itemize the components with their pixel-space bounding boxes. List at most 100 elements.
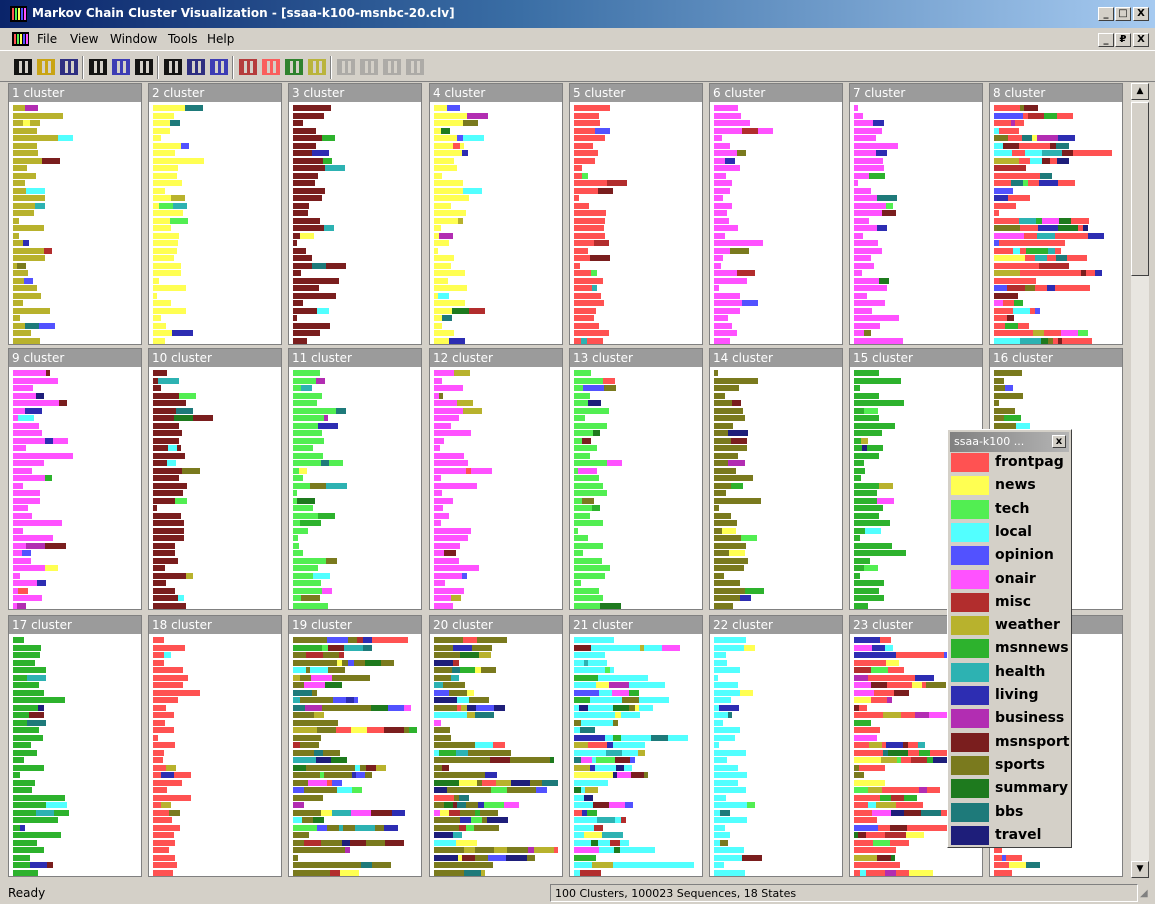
minimize-button[interactable]: _	[1098, 7, 1114, 21]
sequence-bar	[725, 157, 735, 164]
star-burst-icon[interactable]	[381, 57, 403, 78]
legend-item[interactable]: misc	[951, 591, 1069, 614]
legend-item[interactable]: local	[951, 521, 1069, 544]
cluster-panel[interactable]: 11 cluster	[288, 348, 422, 610]
vertical-scrollbar[interactable]: ▲ ▼	[1131, 83, 1149, 878]
sequence-bar	[434, 550, 444, 556]
cluster-panel[interactable]: 4 cluster	[429, 83, 563, 345]
resize-grip-icon[interactable]: ◢	[1140, 888, 1152, 902]
sequence-bar	[593, 430, 600, 436]
cluster-panel[interactable]: 17 cluster	[8, 615, 142, 877]
sequence-bar	[994, 165, 1026, 171]
document-icon[interactable]	[12, 32, 29, 46]
legend-item[interactable]: living	[951, 684, 1069, 707]
grid-view-icon[interactable]	[185, 57, 207, 78]
cluster-panel[interactable]: 20 cluster	[429, 615, 563, 877]
sequence-bar	[714, 195, 723, 201]
new-file-icon[interactable]	[12, 57, 34, 78]
tree-icon[interactable]	[283, 57, 305, 78]
menu-window[interactable]: Window	[110, 32, 157, 46]
menu-help[interactable]: Help	[207, 32, 234, 46]
sequence-bar	[293, 824, 317, 831]
sequence-bar	[323, 602, 328, 609]
legend-palette[interactable]: ssaa-k100 ... x frontpag news tech local opi…	[947, 429, 1072, 848]
cluster-panel[interactable]: 14 cluster	[709, 348, 843, 610]
legend-item[interactable]: opinion	[951, 544, 1069, 567]
sequence-bar	[293, 637, 319, 643]
cluster-panel[interactable]: 5 cluster	[569, 83, 703, 345]
legend-title-bar[interactable]: ssaa-k100 ... x	[950, 432, 1069, 452]
scroll-up-icon[interactable]: ▲	[1131, 83, 1149, 100]
star-burst-2-icon[interactable]	[404, 57, 426, 78]
menu-view[interactable]: View	[70, 32, 98, 46]
sequence-bar	[43, 112, 63, 119]
cluster-panel[interactable]: 9 cluster	[8, 348, 142, 610]
legend-item[interactable]: sports	[951, 754, 1069, 777]
cluster-panel[interactable]: 8 cluster	[989, 83, 1123, 345]
sort-down-icon[interactable]	[208, 57, 230, 78]
cluster-panel[interactable]: 12 cluster	[429, 348, 563, 610]
legend-close-button[interactable]: x	[1052, 435, 1066, 448]
cluster-panel[interactable]: 1 cluster	[8, 83, 142, 345]
legend-item[interactable]: msnsport	[951, 731, 1069, 754]
ab-comma-icon[interactable]	[358, 57, 380, 78]
cluster-sequence-plot	[710, 368, 842, 609]
mdi-minimize-button[interactable]: _	[1098, 33, 1114, 47]
sequence-bar	[854, 742, 869, 748]
cluster-panel[interactable]: 3 cluster	[288, 83, 422, 345]
cluster-sequence-plot	[149, 635, 281, 876]
legend-item[interactable]: business	[951, 707, 1069, 730]
mdi-restore-button[interactable]: ₽	[1115, 33, 1131, 47]
pattern-grid-icon[interactable]	[110, 57, 132, 78]
cluster-panel[interactable]: 6 cluster	[709, 83, 843, 345]
title-bar[interactable]: Markov Chain Cluster Visualization - [ss…	[0, 0, 1155, 28]
cluster-panel[interactable]: 18 cluster	[148, 615, 282, 877]
legend-item[interactable]: tech	[951, 498, 1069, 521]
expand-icon[interactable]	[306, 57, 328, 78]
legend-item[interactable]: health	[951, 661, 1069, 684]
scroll-down-icon[interactable]: ▼	[1131, 861, 1149, 878]
legend-item[interactable]: onair	[951, 568, 1069, 591]
sequence-bar	[714, 817, 737, 823]
open-folder-icon[interactable]	[35, 57, 57, 78]
sequence-bar	[611, 697, 622, 703]
cluster-panel[interactable]: 22 cluster	[709, 615, 843, 877]
layout-bars-icon[interactable]	[87, 57, 109, 78]
menu-tools[interactable]: Tools	[168, 32, 198, 46]
sequence-bar	[367, 727, 384, 733]
cluster-panel[interactable]: 21 cluster	[569, 615, 703, 877]
sequence-bar	[345, 847, 350, 853]
sequence-bar	[293, 652, 306, 658]
scatter-icon[interactable]	[260, 57, 282, 78]
legend-item[interactable]: weather	[951, 614, 1069, 637]
sequence-bar	[687, 862, 694, 868]
cluster-panel[interactable]: 2 cluster	[148, 83, 282, 345]
sequence-bar	[574, 550, 583, 556]
legend-item[interactable]: bbs	[951, 801, 1069, 824]
cluster-panel[interactable]: 19 cluster	[288, 615, 422, 877]
sequence-bar	[714, 127, 742, 134]
scroll-thumb[interactable]	[1131, 102, 1149, 276]
legend-item[interactable]: summary	[951, 777, 1069, 800]
sequence-bar	[351, 809, 371, 816]
columns-icon[interactable]	[162, 57, 184, 78]
legend-item[interactable]: travel	[951, 824, 1069, 847]
close-button[interactable]: X	[1133, 7, 1149, 21]
save-disk-icon[interactable]	[58, 57, 80, 78]
stacked-rows-icon[interactable]	[133, 57, 155, 78]
sort-numeric-icon[interactable]	[237, 57, 259, 78]
sequence-bar	[18, 415, 34, 421]
cluster-panel[interactable]: 10 cluster	[148, 348, 282, 610]
legend-item[interactable]: news	[951, 474, 1069, 497]
maximize-button[interactable]: □	[1115, 7, 1131, 21]
menu-file[interactable]: File	[37, 32, 57, 46]
legend-item[interactable]: msnnews	[951, 637, 1069, 660]
sequence-bar	[880, 794, 891, 801]
ab-icon[interactable]	[335, 57, 357, 78]
sequence-bar	[886, 202, 893, 209]
legend-item[interactable]: frontpag	[951, 451, 1069, 474]
sequence-bar	[574, 572, 592, 579]
mdi-close-button[interactable]: X	[1133, 33, 1149, 47]
cluster-panel[interactable]: 13 cluster	[569, 348, 703, 610]
cluster-panel[interactable]: 7 cluster	[849, 83, 983, 345]
